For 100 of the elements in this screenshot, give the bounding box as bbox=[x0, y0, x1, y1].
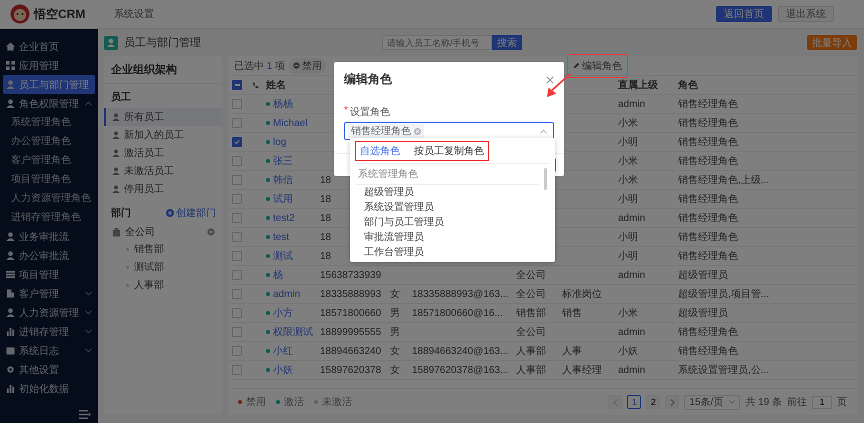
sidebar-item[interactable]: 角色权限管理 bbox=[3, 94, 95, 113]
row-checkbox[interactable] bbox=[232, 346, 242, 356]
row-checkbox[interactable] bbox=[232, 118, 242, 128]
employee-name-link[interactable]: 权限测试 bbox=[273, 325, 313, 339]
row-checkbox[interactable] bbox=[232, 232, 242, 242]
sidebar-item[interactable]: 应用管理 bbox=[3, 56, 95, 75]
staff-filter-item[interactable]: 未激活员工 bbox=[104, 162, 222, 180]
employee-name-link[interactable]: 小方 bbox=[273, 306, 293, 320]
person-icon bbox=[6, 99, 15, 108]
sidebar-subitem[interactable]: 客户管理角色 bbox=[3, 151, 95, 170]
row-checkbox[interactable] bbox=[232, 156, 242, 166]
tree-node[interactable]: 人事部 bbox=[104, 277, 222, 295]
employee-name-link[interactable]: 测试 bbox=[273, 249, 293, 263]
tree-node[interactable]: 销售部 bbox=[104, 241, 222, 259]
dropdown-tab[interactable]: 按员工复制角色 bbox=[414, 144, 484, 158]
table-cell-text: 销售经理角色 bbox=[678, 231, 738, 244]
import-button[interactable]: 批量导入 bbox=[807, 35, 857, 50]
table-cell-text: 销售经理角色 bbox=[678, 193, 738, 206]
employee-name-link[interactable]: 小妖 bbox=[273, 363, 293, 377]
table-cell-text: 全公司 bbox=[516, 269, 546, 282]
employee-name-link[interactable]: 小红 bbox=[273, 344, 293, 358]
table-cell: 18571800660 bbox=[320, 308, 382, 318]
building-icon bbox=[112, 228, 121, 236]
employee-name-link[interactable]: test2 bbox=[273, 212, 295, 224]
logout-button[interactable]: 退出系统 bbox=[778, 6, 834, 22]
row-checkbox[interactable] bbox=[232, 289, 242, 299]
scrollbar[interactable] bbox=[544, 168, 547, 190]
row-checkbox[interactable] bbox=[232, 270, 242, 280]
sidebar-item[interactable]: 业务审批流 bbox=[3, 227, 95, 246]
role-option[interactable]: 超级管理员 bbox=[356, 185, 539, 200]
disable-button[interactable]: 禁用 bbox=[289, 58, 326, 74]
table-cell-text: 销售经理角色 bbox=[678, 136, 738, 149]
previous-page-button[interactable] bbox=[608, 395, 622, 409]
sidebar-subitem[interactable]: 系统管理角色 bbox=[3, 113, 95, 132]
tree-node[interactable]: 测试部 bbox=[104, 259, 222, 277]
sidebar-item[interactable]: 初始化数据 bbox=[3, 379, 95, 398]
page-button[interactable]: 2 bbox=[646, 395, 660, 409]
row-checkbox[interactable] bbox=[232, 213, 242, 223]
employee-name-link[interactable]: Michael bbox=[273, 118, 308, 128]
sidebar-item[interactable]: 项目管理 bbox=[3, 265, 95, 284]
staff-filter-item[interactable]: 停用员工 bbox=[104, 180, 222, 198]
staff-filter-item[interactable]: 激活员工 bbox=[104, 144, 222, 162]
table-cell-text: 销售 bbox=[562, 307, 582, 320]
next-page-button[interactable] bbox=[665, 395, 680, 409]
select-all-checkbox[interactable] bbox=[232, 80, 242, 90]
table-cell-text: 小明 bbox=[618, 192, 638, 206]
row-checkbox[interactable] bbox=[232, 327, 242, 337]
dropdown-tab[interactable]: 自选角色 bbox=[360, 144, 400, 158]
staff-filter-item[interactable]: 新加入的员工 bbox=[104, 126, 222, 144]
table-cell-text: 销售经理角色 bbox=[678, 345, 738, 358]
menu-collapse-icon[interactable] bbox=[79, 410, 91, 419]
sidebar-item[interactable]: 办公审批流 bbox=[3, 246, 95, 265]
row-checkbox[interactable] bbox=[232, 137, 242, 147]
sidebar-item[interactable]: 员工与部门管理 bbox=[3, 75, 95, 94]
nav-link[interactable]: 系统设置 bbox=[114, 7, 154, 21]
sidebar-item[interactable]: 人力资源管理 bbox=[3, 303, 95, 322]
sidebar-item[interactable]: 进销存管理 bbox=[3, 322, 95, 341]
employee-name-link[interactable]: 杨 bbox=[273, 268, 283, 282]
page-title: 员工与部门管理 bbox=[124, 36, 201, 50]
row-checkbox[interactable] bbox=[232, 365, 242, 375]
person-icon bbox=[112, 113, 120, 121]
sidebar-subitem[interactable]: 进销存管理角色 bbox=[3, 208, 95, 227]
employee-name-link[interactable]: 韩信 bbox=[273, 173, 293, 187]
sidebar-item[interactable]: 客户管理 bbox=[3, 284, 95, 303]
row-checkbox[interactable] bbox=[232, 194, 242, 204]
employee-name-link[interactable]: log bbox=[273, 136, 286, 148]
role-option[interactable]: 系统设置管理员 bbox=[356, 200, 539, 215]
sidebar-subitem[interactable]: 办公管理角色 bbox=[3, 132, 95, 151]
close-circle-icon[interactable] bbox=[414, 128, 421, 134]
row-checkbox[interactable] bbox=[232, 99, 242, 109]
tree-node[interactable]: 全公司 bbox=[104, 223, 222, 241]
row-checkbox[interactable] bbox=[232, 175, 242, 185]
home-button[interactable]: 返回首页 bbox=[716, 6, 772, 22]
employee-name-link[interactable]: 杨杨 bbox=[273, 97, 293, 111]
page-button[interactable]: 1 bbox=[627, 395, 642, 409]
role-option[interactable]: 部门与员工管理员 bbox=[356, 215, 539, 230]
edit-role-button[interactable]: 编辑角色 bbox=[570, 56, 626, 74]
employee-name-link[interactable]: test bbox=[273, 232, 290, 242]
employee-name-link[interactable]: admin bbox=[273, 288, 300, 300]
employee-name-link[interactable]: 试用 bbox=[273, 192, 293, 206]
staff-filter-item[interactable]: 所有员工 bbox=[104, 108, 222, 126]
field-label: 设置角色 bbox=[350, 106, 390, 119]
table-cell-text: 全公司 bbox=[516, 326, 546, 339]
sidebar-subitem[interactable]: 项目管理角色 bbox=[3, 170, 95, 189]
create-department-link[interactable]: 创建部门 bbox=[166, 206, 216, 220]
role-option[interactable]: 工作台管理员 bbox=[356, 245, 539, 260]
table-cell-text: 销售部 bbox=[516, 306, 546, 320]
sidebar-item[interactable]: 企业首页 bbox=[3, 37, 95, 56]
search-button[interactable]: 搜索 bbox=[492, 35, 522, 50]
close-icon[interactable] bbox=[546, 76, 554, 84]
sidebar-item[interactable]: 系统日志 bbox=[3, 341, 95, 360]
employee-name-link[interactable]: 张三 bbox=[273, 154, 293, 168]
page-size-select[interactable]: 15条/页 bbox=[684, 394, 740, 410]
search-field[interactable]: 请输入员工名称/手机号 bbox=[382, 35, 492, 50]
role-option[interactable]: 审批流管理员 bbox=[356, 230, 539, 245]
sidebar-subitem[interactable]: 人力资源管理角色 bbox=[3, 189, 95, 208]
page-number-field[interactable]: 1 bbox=[812, 396, 832, 408]
row-checkbox[interactable] bbox=[232, 251, 242, 261]
sidebar-item[interactable]: 其他设置 bbox=[3, 360, 95, 379]
row-checkbox[interactable] bbox=[232, 308, 242, 318]
